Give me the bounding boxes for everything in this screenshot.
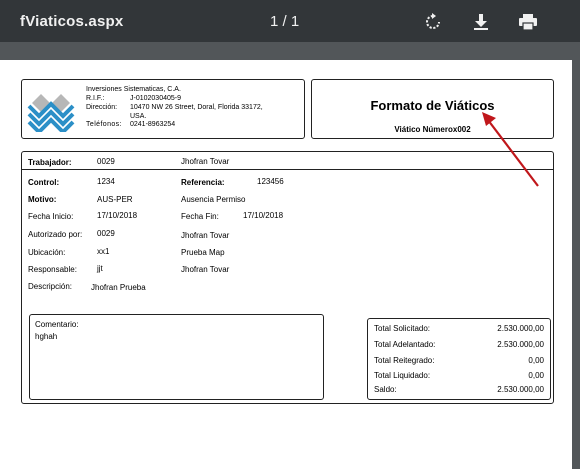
annotation-arrow-icon [482, 112, 539, 187]
trabajador-label: Trabajador: [28, 158, 72, 167]
total-label: Saldo: [374, 385, 397, 394]
comment-label: Comentario: [35, 320, 79, 329]
total-adelantado-row: Total Adelantado: 2.530.000,00 [374, 340, 544, 349]
trabajador-name: Jhofran Tovar [181, 157, 230, 166]
total-label: Total Liquidado: [374, 371, 431, 380]
total-reitegrado-row: Total Reitegrado: 0,00 [374, 356, 544, 365]
total-value: 2.530.000,00 [497, 324, 544, 333]
document-title: fViaticos.aspx [20, 13, 124, 30]
responsable-name: Jhofran Tovar [181, 265, 230, 274]
total-value: 2.530.000,00 [497, 340, 544, 349]
rif-label: R.I.F.: [86, 95, 105, 102]
ubicacion-label: Ubicación: [28, 248, 66, 257]
descripcion-value: Jhofran Prueba [91, 283, 146, 292]
phone-value: 0241-8963254 [130, 121, 176, 128]
autorizado-label: Autorizado por: [28, 230, 83, 239]
total-label: Total Solicitado: [374, 324, 431, 333]
total-value: 2.530.000,00 [497, 385, 544, 394]
pdf-viewer[interactable]: Inversiones Sistematicas, C.A. R.I.F.: J… [0, 42, 580, 469]
fecha-fin-label: Fecha Fin: [181, 212, 219, 221]
page-indicator: 1 / 1 [270, 13, 300, 30]
responsable-label: Responsable: [28, 265, 77, 274]
comment-value: hghah [35, 332, 58, 341]
motivo-desc: Ausencia Permiso [181, 195, 246, 204]
referencia-value: 123456 [257, 177, 284, 186]
fecha-inicio-label: Fecha Inicio: [28, 212, 74, 221]
total-label: Total Adelantado: [374, 340, 436, 349]
responsable-code: jjt [97, 264, 103, 273]
company-box: Inversiones Sistematicas, C.A. R.I.F.: J… [21, 79, 305, 139]
rif-value: J-0102030405-9 [130, 95, 181, 102]
rotate-icon[interactable] [422, 11, 444, 33]
total-label: Total Reitegrado: [374, 356, 435, 365]
motivo-code: AUS-PER [97, 195, 133, 204]
ubicacion-desc: Prueba Map [181, 248, 225, 257]
comment-box: Comentario: hghah [29, 314, 324, 400]
total-liquidado-row: Total Liquidado: 0,00 [374, 371, 544, 380]
ubicacion-code: xx1 [97, 247, 110, 256]
trabajador-code: 0029 [97, 157, 115, 166]
motivo-label: Motivo: [28, 195, 57, 204]
phone-label: Teléfonos: [86, 121, 122, 128]
control-label: Control: [28, 178, 60, 187]
company-logo [27, 94, 75, 132]
descripcion-label: Descripción: [28, 282, 73, 291]
address-line1: 10470 NW 26 Street, Doral, Florida 33172… [130, 104, 263, 111]
company-name: Inversiones Sistematicas, C.A. [86, 86, 181, 93]
autorizado-code: 0029 [97, 229, 115, 238]
total-value: 0,00 [528, 371, 544, 380]
total-value: 0,00 [528, 356, 544, 365]
autorizado-name: Jhofran Tovar [181, 231, 230, 240]
fecha-inicio-value: 17/10/2018 [97, 211, 138, 220]
pdf-toolbar: fViaticos.aspx 1 / 1 [0, 0, 580, 42]
address-label: Dirección: [86, 104, 118, 111]
saldo-row: Saldo: 2.530.000,00 [374, 385, 544, 394]
totals-box: Total Solicitado: 2.530.000,00 Total Ade… [367, 318, 551, 400]
download-icon[interactable] [470, 11, 492, 33]
print-icon[interactable] [517, 11, 539, 33]
pdf-page: Inversiones Sistematicas, C.A. R.I.F.: J… [0, 60, 572, 469]
total-solicitado-row: Total Solicitado: 2.530.000,00 [374, 324, 544, 333]
fecha-fin-value: 17/10/2018 [243, 211, 284, 220]
control-value: 1234 [97, 177, 115, 186]
referencia-label: Referencia: [181, 178, 225, 187]
